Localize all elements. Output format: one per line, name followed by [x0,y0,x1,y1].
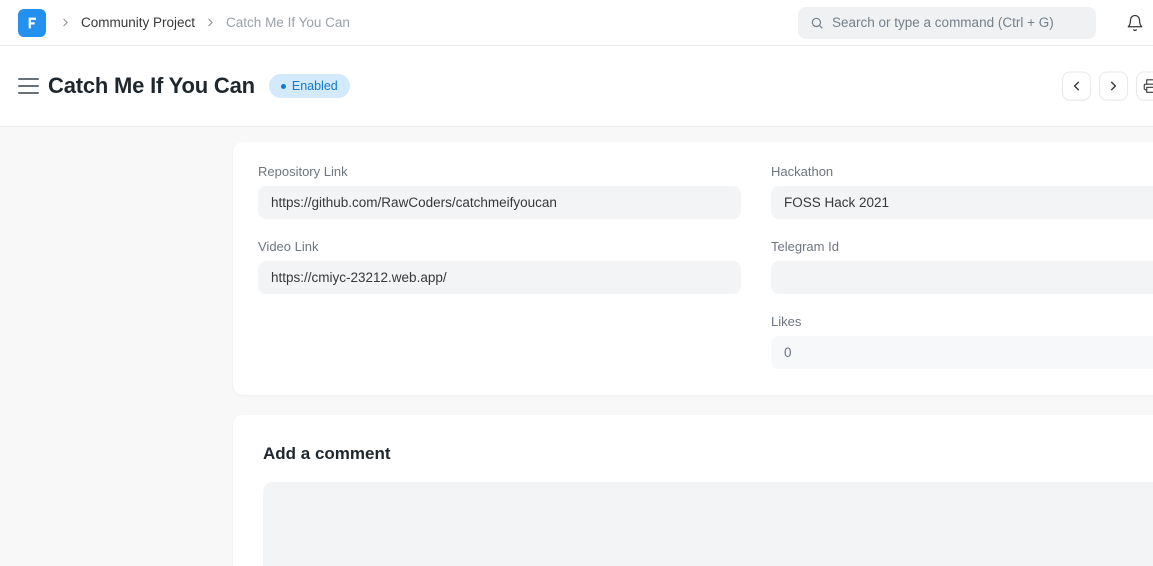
navbar: Community Project Catch Me If You Can [0,0,1153,46]
breadcrumb: Community Project Catch Me If You Can [59,15,350,30]
breadcrumb-current-document[interactable]: Catch Me If You Can [226,15,350,30]
chevron-right-icon [59,16,72,29]
previous-document-button[interactable] [1062,72,1091,101]
form-main-section: Repository Link Video Link Hackathon Tel… [233,142,1153,566]
field-telegram-id: Telegram Id [771,239,1153,294]
bell-icon [1126,14,1144,32]
app-home-button[interactable] [18,9,46,37]
next-document-button[interactable] [1099,72,1128,101]
page-body: Repository Link Video Link Hackathon Tel… [0,127,1153,566]
frappe-logo [24,15,40,31]
printer-icon [1143,79,1153,94]
menu-icon [18,78,39,80]
repository-link-label: Repository Link [258,164,741,179]
video-link-label: Video Link [258,239,741,254]
search-input[interactable] [832,15,1084,30]
notifications-button[interactable] [1120,8,1150,38]
video-link-input[interactable] [258,261,741,294]
status-dot-icon [281,84,286,89]
repository-link-input[interactable] [258,186,741,219]
search-icon [810,16,824,30]
field-video-link: Video Link [258,239,741,294]
form-column-left: Repository Link Video Link [258,164,741,369]
form-column-right: Hackathon Telegram Id Likes [771,164,1153,369]
page-head: Catch Me If You Can Enabled [0,46,1153,127]
likes-label: Likes [771,314,1153,329]
hackathon-input[interactable] [771,186,1153,219]
status-badge: Enabled [269,74,350,98]
chevron-right-icon [204,16,217,29]
comment-heading: Add a comment [263,444,1153,464]
telegram-id-input[interactable] [771,261,1153,294]
page-title: Catch Me If You Can [48,73,255,99]
likes-input [771,336,1153,369]
comment-section: Add a comment [233,415,1153,566]
sidebar-toggle-button[interactable] [18,78,40,94]
breadcrumb-community-project[interactable]: Community Project [81,15,195,30]
chevron-left-icon [1069,79,1084,94]
print-button[interactable] [1136,72,1153,101]
comment-input[interactable] [263,482,1153,566]
chevron-right-icon [1106,79,1121,94]
global-search[interactable] [798,7,1096,39]
hackathon-label: Hackathon [771,164,1153,179]
status-badge-label: Enabled [292,79,338,93]
field-hackathon: Hackathon [771,164,1153,219]
page-head-actions [1062,72,1153,101]
field-repository-link: Repository Link [258,164,741,219]
field-likes: Likes [771,314,1153,369]
form-section: Repository Link Video Link Hackathon Tel… [233,142,1153,395]
telegram-id-label: Telegram Id [771,239,1153,254]
